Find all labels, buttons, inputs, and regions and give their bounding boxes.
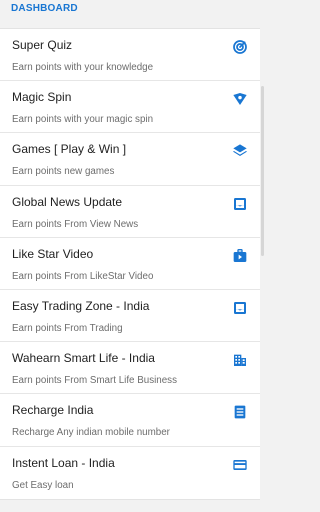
item-subtitle: Earn points From Smart Life Business (12, 375, 177, 387)
list-item-super-quiz[interactable]: Super Quiz Earn points with your knowled… (0, 29, 260, 82)
item-title: Wahearn Smart Life - India (12, 351, 155, 366)
list-item-recharge-india[interactable]: Recharge India Recharge Any indian mobil… (0, 394, 260, 447)
list-item-wahearn-smart-life[interactable]: Wahearn Smart Life - India Earn points F… (0, 342, 260, 395)
dashboard-list: Super Quiz Earn points with your knowled… (0, 28, 260, 500)
layers-icon (232, 143, 248, 159)
section-title: DASHBOARD (11, 3, 78, 14)
spin-shield-icon (232, 91, 248, 107)
inbox-icon (232, 196, 248, 212)
item-subtitle: Get Easy loan (12, 479, 74, 491)
item-title: Super Quiz (12, 38, 73, 52)
item-subtitle: Earn points From LikeStar Video (12, 270, 154, 282)
item-subtitle: Earn points with your magic spin (12, 114, 154, 126)
list-item-magic-spin[interactable]: Magic Spin Earn points with your magic s… (0, 81, 260, 134)
item-title: Recharge India (12, 403, 94, 418)
list-item-games[interactable]: Games [ Play & Win ] Earn points new gam… (0, 133, 260, 186)
item-subtitle: Earn points From View News (12, 218, 139, 230)
credit-card-icon (232, 457, 248, 473)
list-item-easy-trading[interactable]: Easy Trading Zone - India Earn points Fr… (0, 290, 260, 343)
list-doc-icon (232, 404, 248, 420)
quiz-target-icon (232, 39, 248, 55)
list-item-instent-loan[interactable]: Instent Loan - India Get Easy loan (0, 447, 260, 499)
item-subtitle: Earn points with your knowledge (12, 62, 154, 73)
scrollbar-thumb[interactable] (261, 86, 264, 256)
item-title: Magic Spin (12, 90, 72, 105)
item-title: Games [ Play & Win ] (12, 142, 127, 157)
dashboard-screen: DASHBOARD Super Quiz Earn points with yo… (0, 0, 264, 512)
item-subtitle: Earn points From Trading (12, 322, 123, 334)
item-subtitle: Earn points new games (12, 166, 115, 178)
item-title: Easy Trading Zone - India (12, 298, 150, 313)
item-title: Like Star Video (12, 246, 94, 261)
inbox-icon (232, 300, 248, 316)
item-title: Global News Update (12, 194, 123, 209)
item-subtitle: Recharge Any indian mobile number (12, 427, 170, 439)
video-case-icon (232, 248, 248, 264)
building-icon (232, 352, 248, 368)
list-item-like-star-video[interactable]: Like Star Video Earn points From LikeSta… (0, 238, 260, 290)
list-item-global-news[interactable]: Global News Update Earn points From View… (0, 186, 260, 238)
item-title: Instent Loan - India (12, 455, 115, 470)
